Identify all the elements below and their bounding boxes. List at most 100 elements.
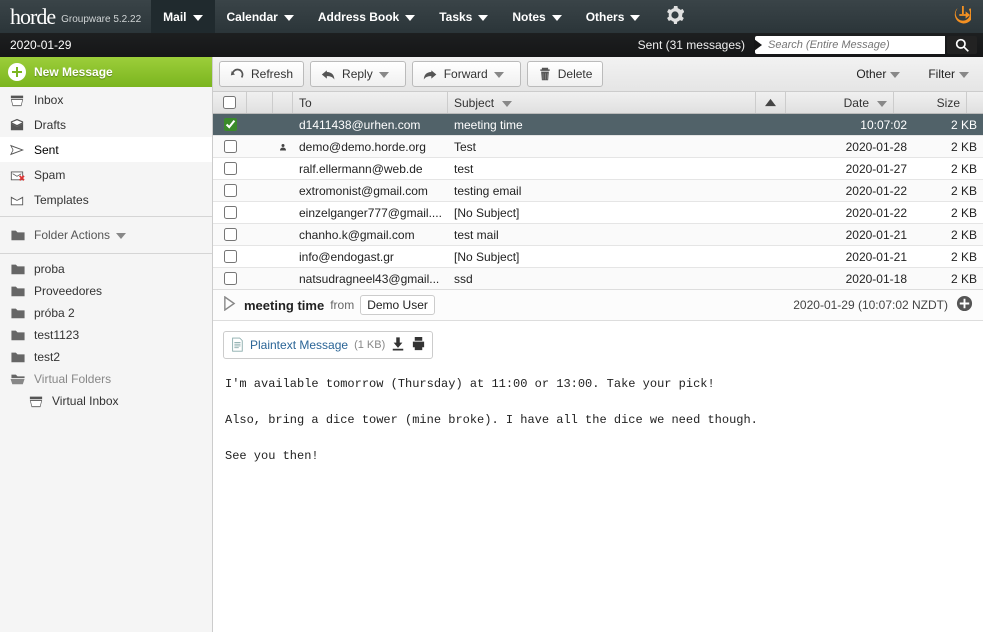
message-row[interactable]: extromonist@gmail.comtesting email 2020-0… [213, 180, 983, 202]
header-from-icon[interactable] [273, 92, 293, 113]
sort-icon [502, 96, 512, 110]
nav-mail[interactable]: Mail [151, 0, 214, 33]
row-date: 2020-01-27 [805, 162, 913, 176]
search-box[interactable] [755, 36, 945, 54]
folder-icon [10, 284, 26, 298]
logout-icon[interactable] [941, 6, 983, 27]
column-to[interactable]: To [293, 92, 448, 113]
nav-label: Address Book [318, 10, 399, 24]
virtual-inbox[interactable]: Virtual Inbox [0, 390, 212, 412]
play-icon[interactable] [223, 296, 236, 314]
mailbox-templates[interactable]: Templates [0, 187, 212, 212]
templates-icon [8, 193, 26, 207]
folder-count: Sent (31 messages) [638, 38, 745, 52]
message-row[interactable]: demo@demo.horde.orgTest2020-01-282 KB [213, 136, 983, 158]
message-row[interactable]: d1411438@urhen.commeeting time10:07:022 … [213, 114, 983, 136]
message-row[interactable]: einzelganger777@gmail....[No Subject]202… [213, 202, 983, 224]
chevron-down-icon[interactable] [494, 67, 510, 81]
download-icon[interactable] [391, 336, 405, 354]
row-checkbox[interactable] [213, 250, 247, 263]
folder-icon [10, 350, 26, 364]
attachment-link[interactable]: Plaintext Message [250, 338, 348, 352]
column-date[interactable]: Date [786, 92, 894, 113]
message-row[interactable]: natsudragneel43@gmail...ssd2020-01-182 K… [213, 268, 983, 289]
refresh-label: Refresh [251, 67, 293, 81]
row-checkbox[interactable] [213, 228, 247, 241]
row-checkbox[interactable] [213, 162, 247, 175]
row-size: 2 KB [913, 272, 983, 286]
preview-from-user[interactable]: Demo User [360, 295, 435, 315]
folder-test1123[interactable]: test1123 [0, 324, 212, 346]
message-table-header: To Subject Date Size [213, 92, 983, 114]
divider [0, 253, 212, 254]
message-row[interactable]: chanho.k@gmail.comtest mail2020-01-212 K… [213, 224, 983, 246]
search-input[interactable] [762, 39, 945, 51]
mailbox-drafts[interactable]: Drafts [0, 112, 212, 137]
settings-gear-icon[interactable] [656, 6, 694, 27]
mailbox-spam[interactable]: Spam [0, 162, 212, 187]
folder-proba[interactable]: proba [0, 258, 212, 280]
row-to: ralf.ellermann@web.de [293, 162, 448, 176]
column-subject[interactable]: Subject [448, 92, 756, 113]
nav-others[interactable]: Others [574, 0, 653, 33]
expand-button[interactable] [956, 295, 973, 315]
nav-tasks[interactable]: Tasks [427, 0, 500, 33]
refresh-button[interactable]: Refresh [219, 61, 304, 87]
nav-label: Calendar [227, 10, 278, 24]
row-checkbox[interactable] [213, 140, 247, 153]
forward-button[interactable]: Forward [412, 61, 521, 87]
delete-button[interactable]: Delete [527, 61, 604, 87]
message-row[interactable]: info@endogast.gr[No Subject]2020-01-212 … [213, 246, 983, 268]
row-subject: Test [448, 140, 775, 154]
nav-address-book[interactable]: Address Book [306, 0, 427, 33]
search-button[interactable] [947, 36, 977, 54]
inbox-icon [8, 93, 26, 107]
document-icon [230, 337, 244, 353]
row-date: 10:07:02 [805, 118, 913, 132]
row-subject: ssd [448, 272, 775, 286]
column-size[interactable]: Size [894, 92, 967, 113]
chevron-down-icon [405, 10, 415, 24]
column-subject-label: Subject [454, 96, 494, 110]
row-to: extromonist@gmail.com [293, 184, 448, 198]
folder-próba-2[interactable]: próba 2 [0, 302, 212, 324]
new-message-button[interactable]: New Message [0, 57, 212, 87]
reply-button[interactable]: Reply [310, 61, 406, 87]
row-checkbox[interactable] [213, 118, 247, 131]
nav-notes[interactable]: Notes [500, 0, 573, 33]
filter-menu[interactable]: Filter [924, 67, 973, 81]
message-list[interactable]: d1411438@urhen.commeeting time10:07:022 … [213, 114, 983, 289]
other-menu[interactable]: Other [852, 67, 904, 81]
reply-label: Reply [342, 67, 373, 81]
spam-icon [8, 168, 26, 182]
print-icon[interactable] [411, 336, 426, 354]
virtual-folders[interactable]: Virtual Folders [0, 368, 212, 390]
nav-calendar[interactable]: Calendar [215, 0, 306, 33]
row-date: 2020-01-22 [805, 184, 913, 198]
attachment-box: Plaintext Message (1 KB) [223, 331, 433, 359]
folder-proveedores[interactable]: Proveedores [0, 280, 212, 302]
folder-test2[interactable]: test2 [0, 346, 212, 368]
column-date-label: Date [844, 96, 869, 110]
column-attachment[interactable] [756, 92, 786, 113]
row-checkbox[interactable] [213, 184, 247, 197]
row-date: 2020-01-28 [805, 140, 913, 154]
folder-label: test2 [34, 350, 60, 364]
mailbox-inbox[interactable]: Inbox [0, 87, 212, 112]
row-size: 2 KB [913, 250, 983, 264]
select-all-checkbox[interactable] [213, 92, 247, 113]
row-subject: [No Subject] [448, 250, 775, 264]
brand-tagline: Groupware 5.2.22 [61, 14, 141, 25]
folder-actions[interactable]: Folder Actions [0, 221, 212, 249]
header-flag[interactable] [247, 92, 273, 113]
preview-subject: meeting time [244, 298, 324, 313]
row-size: 2 KB [913, 118, 983, 132]
row-checkbox[interactable] [213, 206, 247, 219]
chevron-down-icon[interactable] [379, 67, 395, 81]
row-subject: testing email [448, 184, 775, 198]
reply-icon [321, 67, 336, 82]
mailbox-label: Templates [34, 193, 89, 207]
row-checkbox[interactable] [213, 272, 247, 285]
mailbox-sent[interactable]: Sent [0, 137, 212, 162]
message-row[interactable]: ralf.ellermann@web.detest2020-01-272 KB [213, 158, 983, 180]
